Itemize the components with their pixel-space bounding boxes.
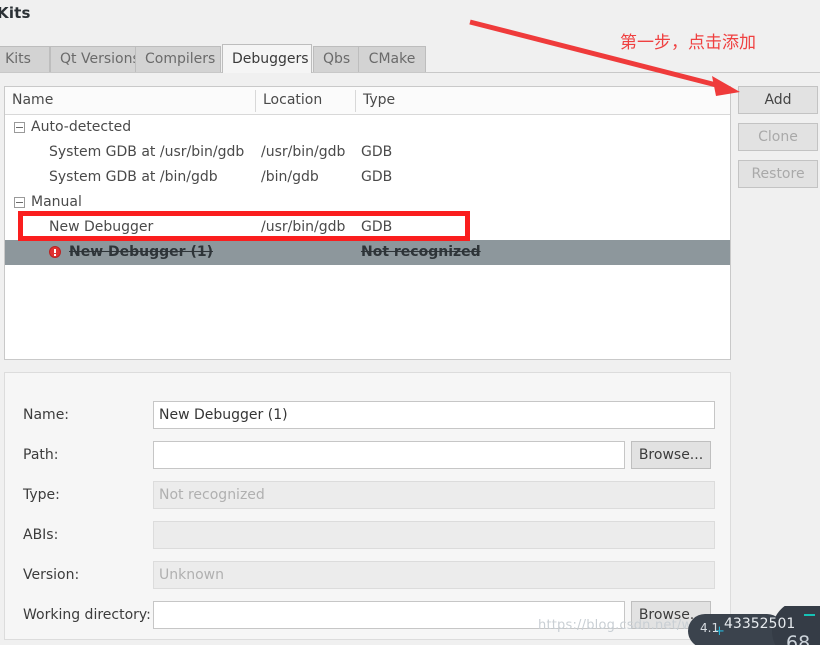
restore-button[interactable]: Restore: [738, 160, 818, 188]
row-name: System GDB at /usr/bin/gdb: [49, 144, 245, 160]
table-row-system-gdb-usr[interactable]: System GDB at /usr/bin/gdb /usr/bin/gdb …: [5, 140, 730, 165]
field-label-working-directory: Working directory:: [23, 607, 151, 623]
field-label-abis: ABIs:: [23, 527, 59, 543]
tab-qbs[interactable]: Qbs: [313, 46, 359, 72]
row-name: New Debugger (1): [69, 244, 213, 260]
error-icon: [49, 246, 61, 258]
name-field[interactable]: New Debugger (1): [153, 401, 715, 429]
tab-kits[interactable]: Kits: [0, 46, 50, 72]
form-row-type: Type: Not recognized: [5, 481, 732, 509]
path-field[interactable]: [153, 441, 625, 469]
list-header: Name Location Type: [5, 87, 730, 115]
collapse-toggle-icon[interactable]: [14, 197, 25, 208]
form-row-path: Path: Browse...: [5, 441, 732, 469]
row-name: Auto-detected: [31, 119, 132, 135]
overlay-hud: + 4.1 43352501 68: [688, 606, 820, 645]
tab-cmake[interactable]: CMake: [358, 46, 426, 72]
tab-bar-baseline: [0, 72, 820, 73]
form-row-name: Name: New Debugger (1): [5, 401, 732, 429]
debugger-details-form: Name: New Debugger (1) Path: Browse... T…: [4, 372, 731, 640]
field-label-type: Type:: [23, 487, 60, 503]
form-row-version: Version: Unknown: [5, 561, 732, 589]
table-row-new-debugger-1[interactable]: New Debugger (1) Not recognized: [5, 240, 730, 265]
row-location: /usr/bin/gdb: [261, 144, 346, 160]
field-label-path: Path:: [23, 447, 59, 463]
overlay-dash-icon: [804, 614, 815, 616]
column-header-type[interactable]: Type: [356, 87, 726, 114]
overlay-fps: 4.1: [700, 621, 720, 635]
table-row-system-gdb-bin[interactable]: System GDB at /bin/gdb /bin/gdb GDB: [5, 165, 730, 190]
tab-compilers[interactable]: Compilers: [135, 46, 221, 72]
overlay-uid: 43352501: [724, 616, 796, 632]
annotation-highlight-rect: [18, 211, 470, 241]
page-title: Kits: [0, 4, 31, 22]
field-label-name: Name:: [23, 407, 70, 423]
row-type: Not recognized: [361, 244, 481, 260]
collapse-toggle-icon[interactable]: [14, 122, 25, 133]
overlay-number: 68: [786, 632, 811, 645]
abis-field: [153, 521, 715, 549]
row-location: /bin/gdb: [261, 169, 319, 185]
row-type: GDB: [361, 169, 393, 185]
path-browse-button[interactable]: Browse...: [631, 441, 711, 469]
add-button[interactable]: Add: [738, 86, 818, 114]
type-field: Not recognized: [153, 481, 715, 509]
tab-debuggers[interactable]: Debuggers: [222, 44, 312, 73]
row-name: System GDB at /bin/gdb: [49, 169, 218, 185]
clone-button[interactable]: Clone: [738, 123, 818, 151]
version-field: Unknown: [153, 561, 715, 589]
tab-qt-versions[interactable]: Qt Versions: [50, 46, 142, 72]
form-row-abis: ABIs:: [5, 521, 732, 549]
field-label-version: Version:: [23, 567, 80, 583]
column-header-location[interactable]: Location: [256, 87, 355, 114]
row-type: GDB: [361, 144, 393, 160]
table-row-auto-detected[interactable]: Auto-detected: [5, 115, 730, 140]
annotation-step-text: 第一步，点击添加: [620, 33, 756, 53]
column-header-name[interactable]: Name: [5, 87, 255, 114]
